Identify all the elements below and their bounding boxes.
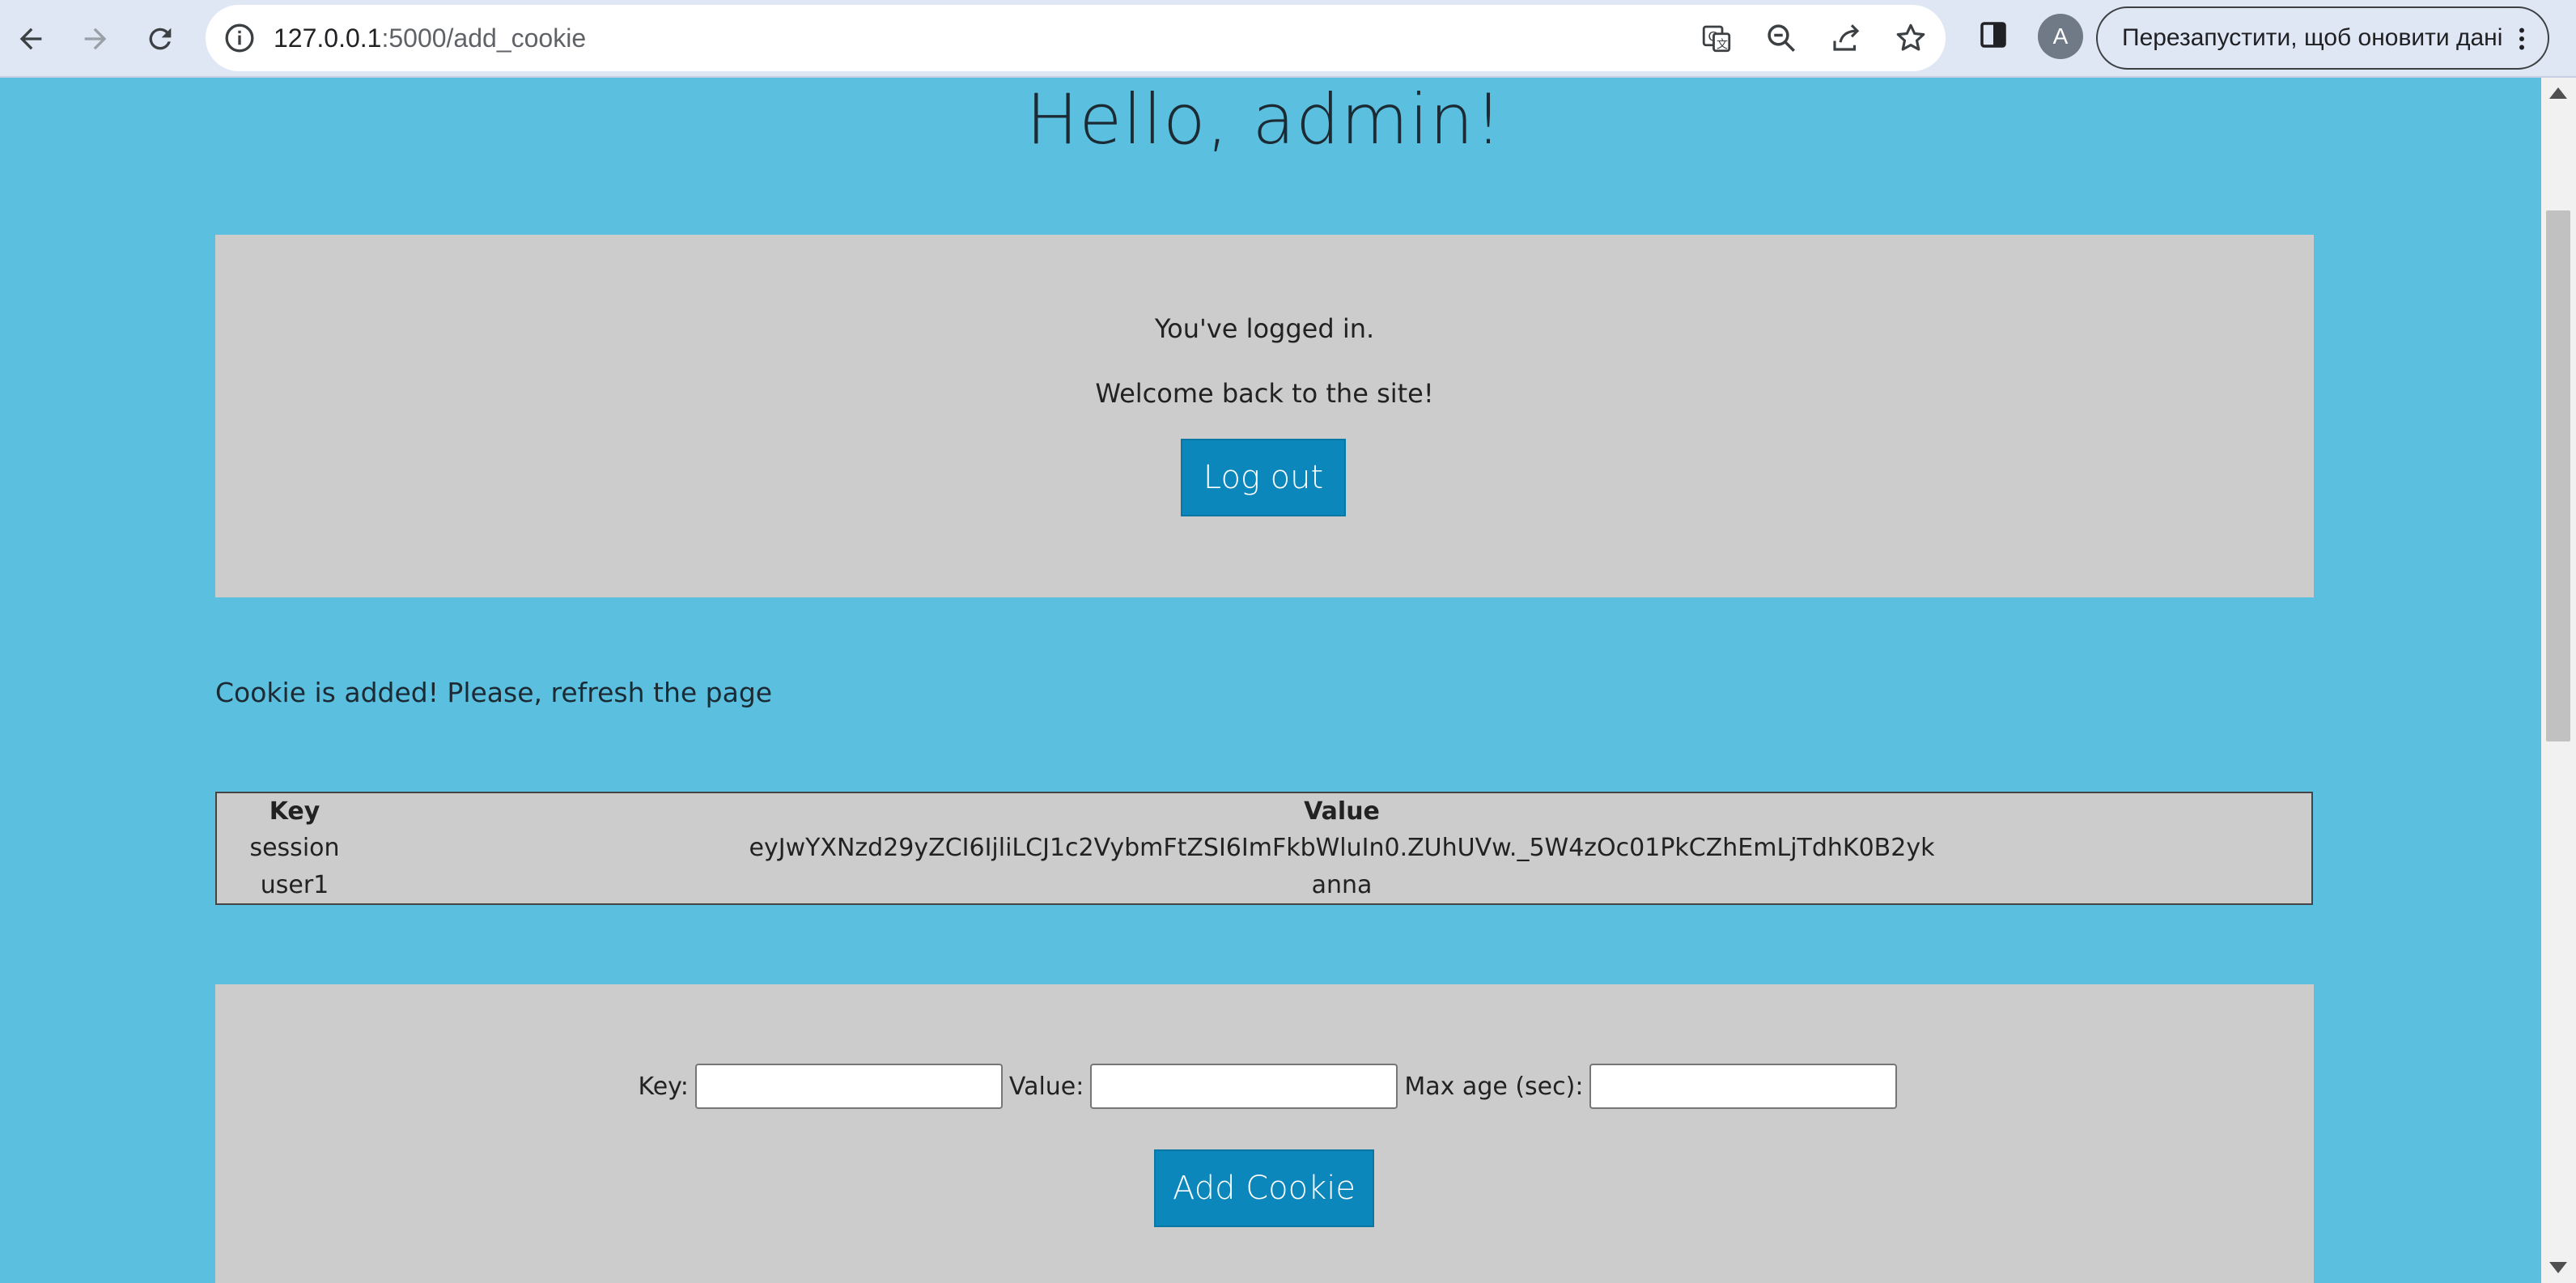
column-header-value: Value (1304, 797, 1380, 826)
column-header-key: Key (269, 797, 320, 826)
svg-text:文: 文 (1717, 38, 1728, 51)
page-scrollbar[interactable] (2541, 78, 2576, 1283)
max-age-input[interactable] (1589, 1064, 1898, 1109)
table-header-row: Key Value (217, 793, 2311, 829)
logout-button[interactable]: Log out (1181, 439, 1346, 516)
profile-avatar[interactable]: A (2038, 14, 2083, 59)
zoom-out-icon[interactable] (1764, 21, 1798, 55)
arrow-left-icon (19, 28, 42, 50)
browser-toolbar: 127.0.0.1:5000/add_cookie G文 A Перезапус… (0, 0, 2576, 78)
cookie-key-cell: user1 (260, 870, 329, 899)
relaunch-update-button[interactable]: Перезапустити, щоб оновити дані (2096, 6, 2549, 70)
bookmark-star-icon[interactable] (1894, 21, 1928, 55)
add-cookie-panel: Key: Value: Max age (sec): Add Cookie (215, 984, 2314, 1283)
table-row: user1 anna (217, 866, 2311, 903)
relaunch-label: Перезапустити, щоб оновити дані (2122, 24, 2503, 51)
more-vert-icon (2519, 28, 2524, 50)
value-input[interactable] (1090, 1064, 1398, 1109)
share-icon[interactable] (1829, 21, 1863, 55)
login-message: You've logged in. (1154, 313, 1375, 344)
translate-icon[interactable]: G文 (1700, 21, 1734, 55)
value-label: Value: (1008, 1072, 1084, 1101)
scroll-down-arrow-icon[interactable] (2549, 1262, 2567, 1273)
cookie-table: Key Value session eyJwYXNzd29yZCI6IjliLC… (215, 792, 2313, 905)
cookie-key-cell: session (249, 833, 340, 862)
add-cookie-form: Key: Value: Max age (sec): (215, 1062, 2314, 1111)
url-text[interactable]: 127.0.0.1:5000/add_cookie (274, 21, 586, 55)
cookie-value-cell: anna (1311, 870, 1373, 899)
url-path: :5000/add_cookie (381, 23, 587, 53)
cookie-value-cell: eyJwYXNzd29yZCI6IjliLCJ1c2VybmFtZSI6ImFk… (749, 833, 1935, 862)
side-panel-icon[interactable] (1976, 18, 2010, 52)
scroll-up-arrow-icon[interactable] (2549, 87, 2567, 99)
login-panel: You've logged in. Welcome back to the si… (215, 235, 2314, 597)
info-icon[interactable] (223, 22, 256, 54)
add-cookie-button[interactable]: Add Cookie (1154, 1149, 1374, 1227)
reload-icon (149, 28, 172, 50)
key-label: Key: (638, 1072, 689, 1101)
forward-button[interactable] (71, 15, 120, 63)
scrollbar-thumb[interactable] (2546, 210, 2570, 741)
reload-button[interactable] (136, 15, 185, 63)
arrow-right-icon (84, 28, 107, 50)
url-host: 127.0.0.1 (274, 23, 382, 53)
address-bar[interactable]: 127.0.0.1:5000/add_cookie G文 (206, 5, 1946, 71)
welcome-message: Welcome back to the site! (1095, 378, 1434, 409)
max-age-label: Max age (sec): (1404, 1072, 1584, 1101)
page-title: Hello, admin! (1025, 79, 1504, 160)
table-row: session eyJwYXNzd29yZCI6IjliLCJ1c2VybmFt… (217, 829, 2311, 866)
status-message: Cookie is added! Please, refresh the pag… (215, 677, 773, 708)
page-content: Hello, admin! You've logged in. Welcome … (0, 78, 2541, 1283)
back-button[interactable] (6, 15, 55, 63)
key-input[interactable] (694, 1064, 1003, 1109)
